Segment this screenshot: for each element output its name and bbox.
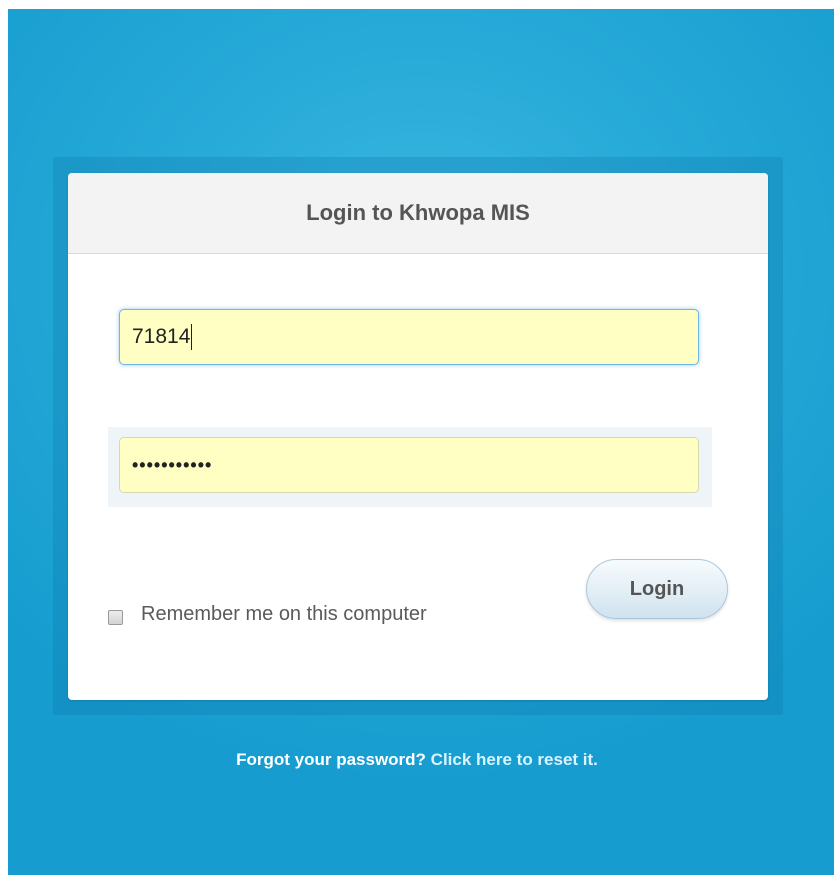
remember-me-checkbox[interactable] <box>108 610 123 625</box>
password-field-highlight: ••••••••••• <box>108 427 712 507</box>
forgot-password-text: Forgot your password? <box>236 750 426 769</box>
text-caret <box>191 324 193 350</box>
login-button[interactable]: Login <box>586 559 728 619</box>
reset-password-link[interactable]: Click here to reset it. <box>431 750 598 769</box>
username-value: 71814 <box>132 325 191 348</box>
remember-me-label[interactable]: Remember me on this computer <box>141 603 427 626</box>
login-card-header: Login to Khwopa MIS <box>68 173 768 254</box>
username-field[interactable]: 71814 <box>119 309 699 365</box>
remember-me[interactable]: Remember me on this computer <box>108 603 427 626</box>
password-value: ••••••••••• <box>132 454 213 475</box>
login-title: Login to Khwopa MIS <box>306 200 530 225</box>
password-field[interactable]: ••••••••••• <box>119 437 699 493</box>
login-card: Login to Khwopa MIS 71814 ••••••••••• Lo… <box>68 173 768 700</box>
forgot-password-line: Forgot your password? Click here to rese… <box>0 750 834 770</box>
